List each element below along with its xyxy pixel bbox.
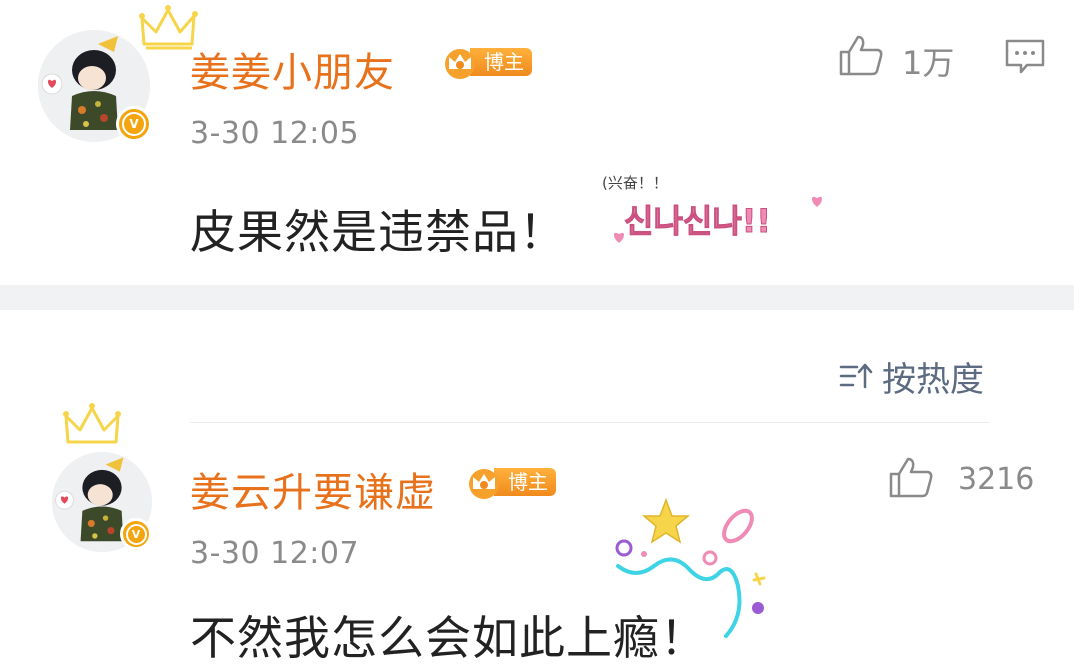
blogger-crown-icon	[445, 49, 475, 79]
post-like-count[interactable]: 1万	[902, 38, 954, 84]
comment-like-count[interactable]: 3216	[958, 462, 1034, 497]
post-timestamp: 3-30 12:05	[190, 116, 360, 151]
sticker-caption: (兴奋！！	[602, 174, 668, 192]
comment-avatar[interactable]: V	[52, 452, 152, 552]
comment-username[interactable]: 姜云升要谦虚	[190, 460, 436, 518]
sticker-text: 신나신나!!	[624, 202, 772, 241]
divider	[190, 422, 990, 423]
sort-label: 按热度	[882, 359, 984, 400]
post-card: V 姜姜小朋友 博主 3-30 12:05 皮果然是违禁品！ (兴奋！！ 신나신…	[0, 0, 1074, 285]
verified-badge-icon: V	[116, 106, 152, 142]
crown-decoration-icon	[63, 403, 121, 444]
blogger-badge: 博主	[440, 46, 532, 79]
blogger-crown-icon	[469, 469, 499, 499]
post-content: 皮果然是违禁品！	[190, 205, 566, 259]
star-doodle-icon	[615, 497, 766, 638]
comment-bubble-icon[interactable]	[1004, 38, 1046, 76]
avatar[interactable]: V	[38, 30, 152, 142]
heart-decoration-icon	[614, 232, 624, 243]
thumbs-up-icon[interactable]	[838, 34, 884, 76]
verified-badge-icon: V	[120, 518, 152, 550]
sort-by-heat-button[interactable]: 按热度	[838, 354, 984, 400]
sort-icon	[839, 363, 873, 389]
thumbs-up-icon[interactable]	[888, 456, 934, 498]
comment-timestamp: 3-30 12:07	[190, 536, 360, 571]
section-separator	[0, 285, 1074, 310]
heart-decoration-icon	[812, 196, 822, 207]
post-username[interactable]: 姜姜小朋友	[190, 40, 395, 98]
blogger-badge: 博主	[464, 466, 556, 499]
